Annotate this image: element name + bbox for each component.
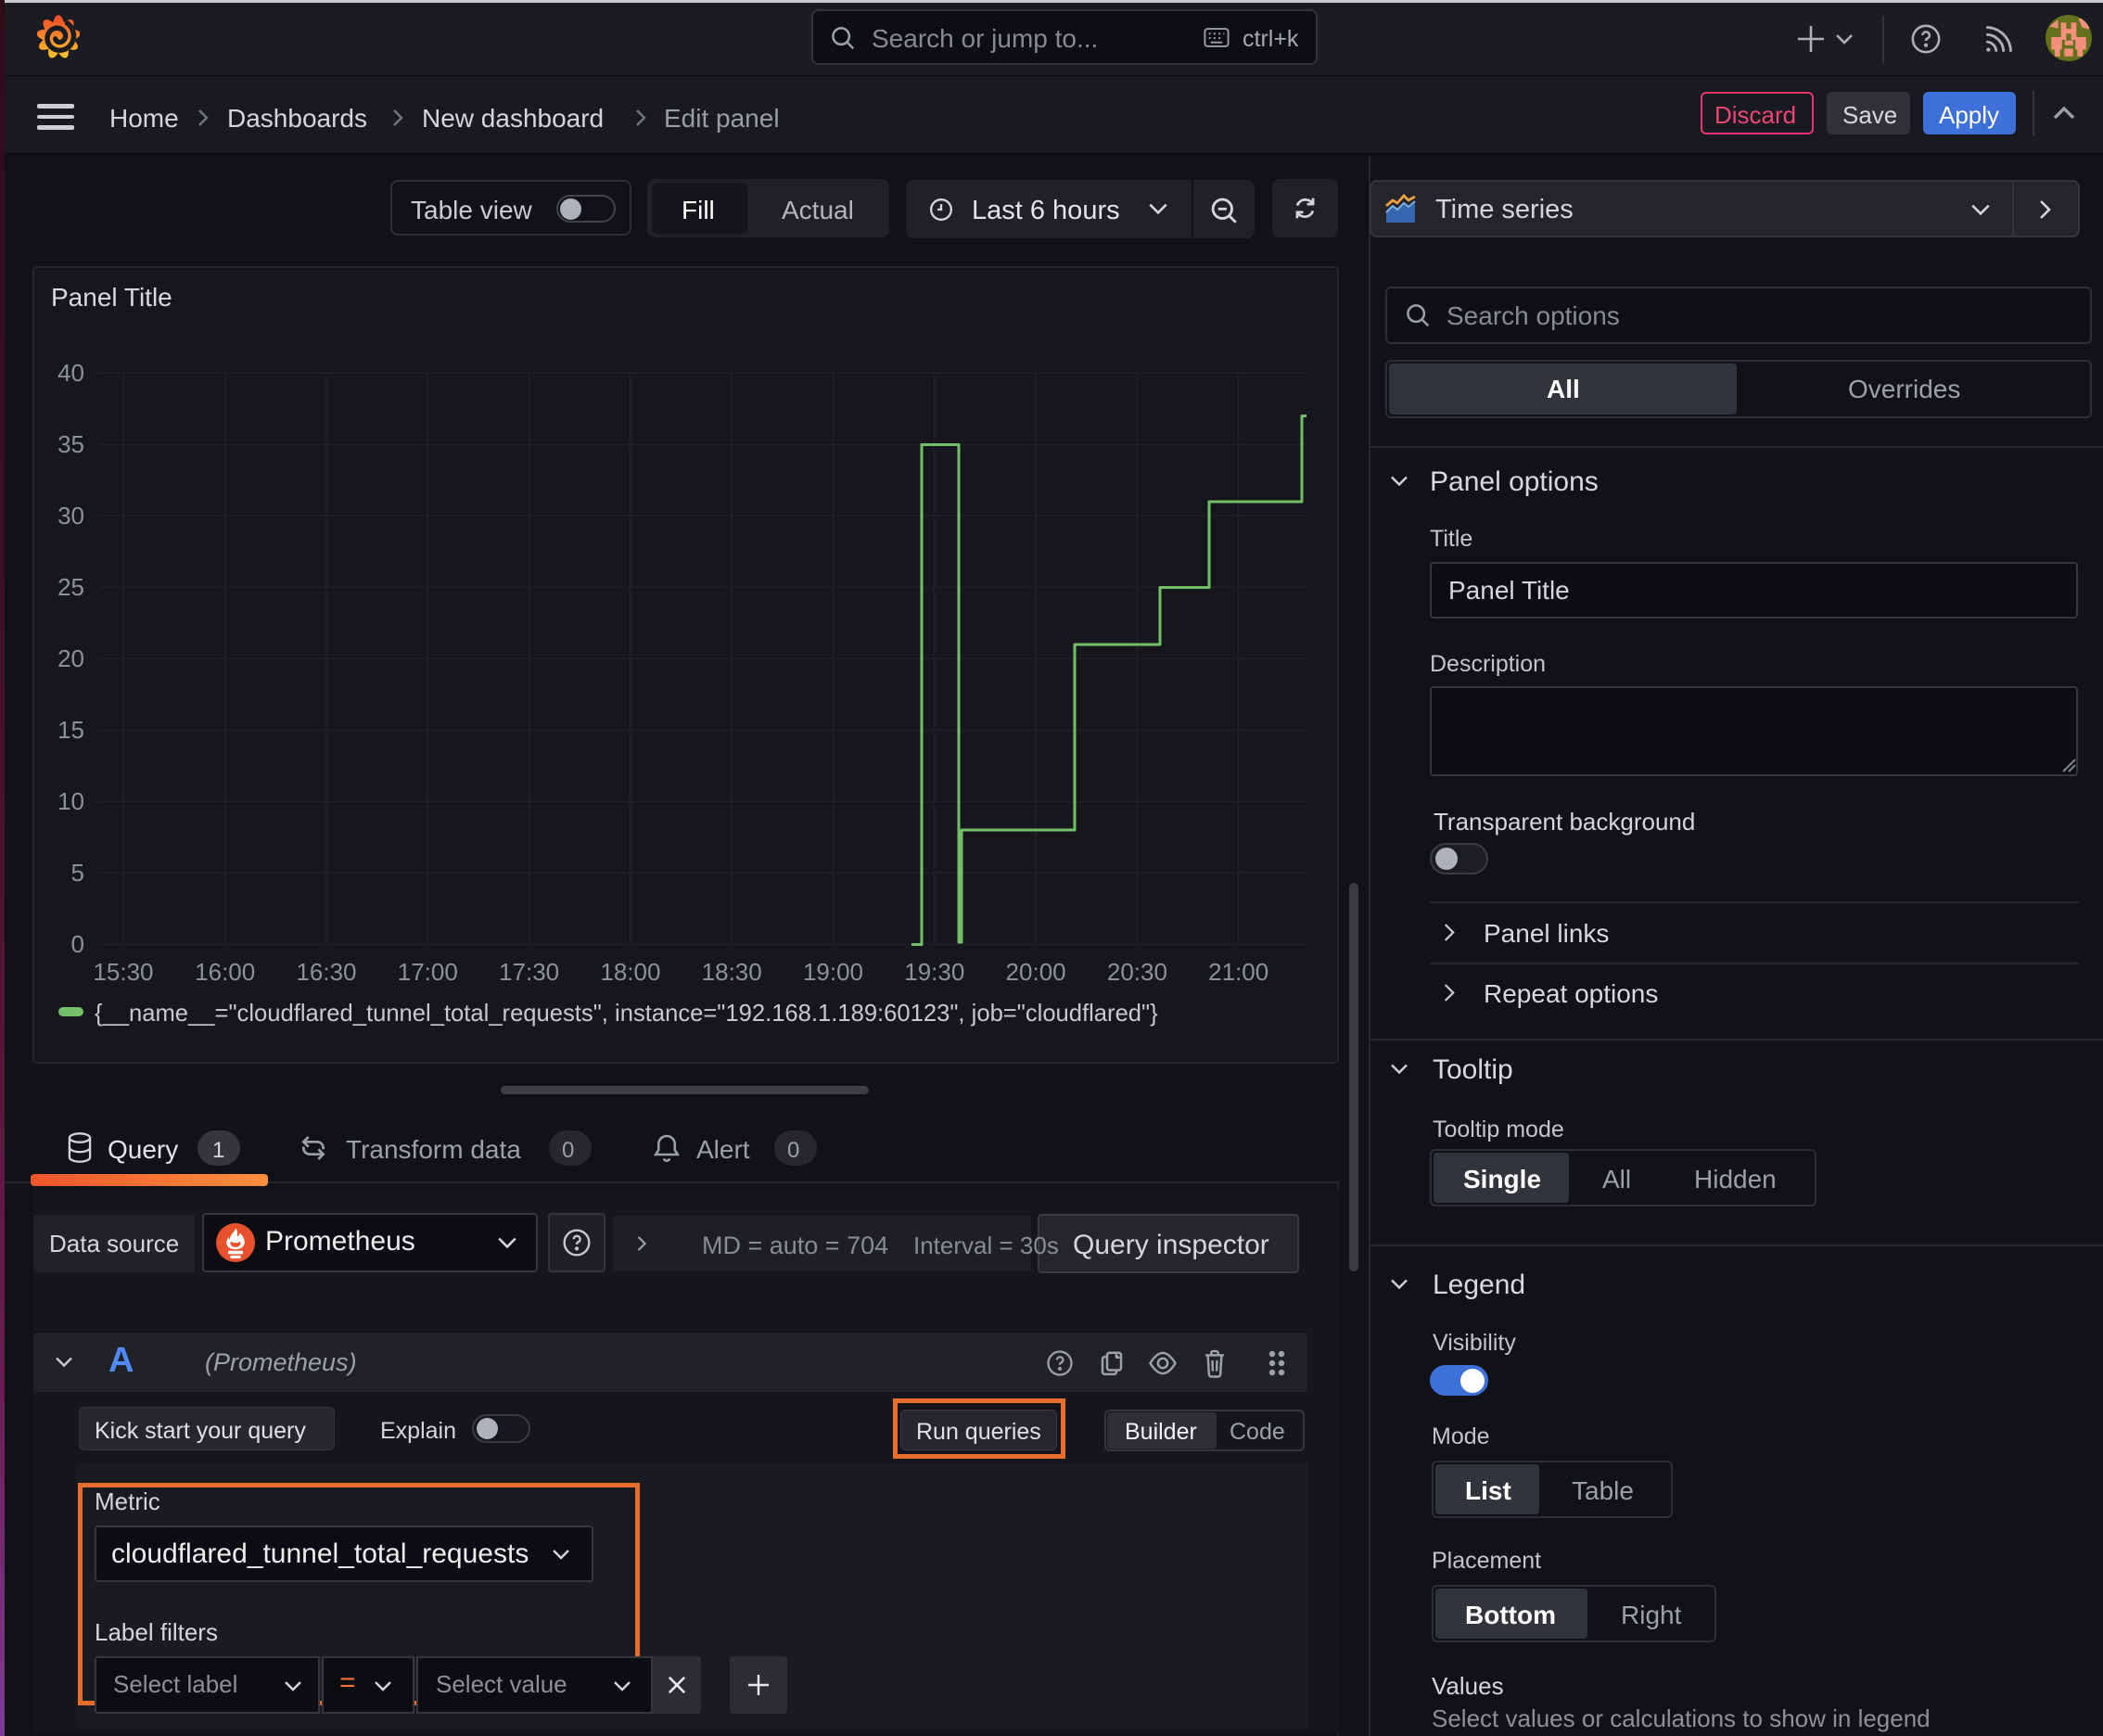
svg-text:18:30: 18:30 [702, 958, 762, 986]
svg-text:17:30: 17:30 [499, 958, 559, 986]
svg-text:30: 30 [57, 502, 84, 530]
svg-text:15: 15 [57, 716, 84, 744]
svg-text:16:30: 16:30 [296, 958, 356, 986]
svg-text:20:00: 20:00 [1006, 958, 1066, 986]
svg-text:19:00: 19:00 [803, 958, 863, 986]
svg-text:17:00: 17:00 [398, 958, 458, 986]
svg-text:40: 40 [57, 359, 84, 387]
svg-text:{__name__="cloudflared_tunnel_: {__name__="cloudflared_tunnel_total_requ… [95, 1001, 1158, 1027]
svg-text:18:00: 18:00 [600, 958, 660, 986]
svg-text:35: 35 [57, 430, 84, 458]
svg-text:19:30: 19:30 [904, 958, 964, 986]
svg-text:0: 0 [71, 930, 84, 958]
svg-text:20:30: 20:30 [1107, 958, 1167, 986]
svg-text:15:30: 15:30 [93, 958, 153, 986]
svg-text:21:00: 21:00 [1208, 958, 1268, 986]
svg-text:25: 25 [57, 573, 84, 601]
svg-text:10: 10 [57, 787, 84, 815]
svg-text:5: 5 [71, 859, 84, 887]
svg-text:16:00: 16:00 [195, 958, 255, 986]
svg-text:20: 20 [57, 645, 84, 672]
